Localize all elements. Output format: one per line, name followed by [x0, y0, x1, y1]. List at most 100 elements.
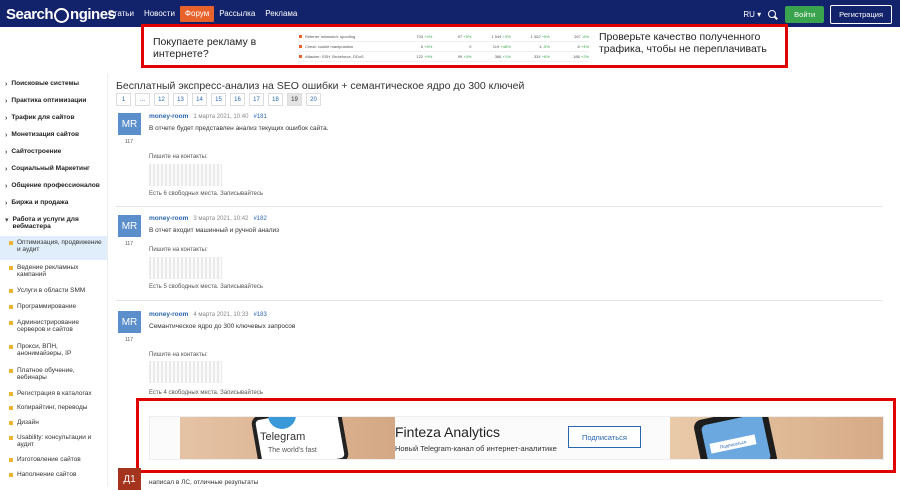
- post-author[interactable]: money-room: [149, 215, 188, 222]
- row-value: 334 +6%: [533, 54, 550, 59]
- post-date: 4 марта 2021, 10:33: [193, 311, 249, 318]
- avatar[interactable]: MR: [118, 113, 141, 135]
- post-places: Есть 6 свободных места. Записывайтесь: [149, 191, 264, 197]
- page-link[interactable]: 1: [116, 93, 131, 106]
- post-author[interactable]: money-room: [149, 113, 188, 120]
- login-button[interactable]: Войти: [785, 6, 825, 23]
- contact-label: Пишите на контакты:: [149, 247, 208, 253]
- page-link[interactable]: 20: [306, 93, 321, 106]
- row-name: Attacker: SSH, Bruteforce, DDoS: [304, 54, 364, 59]
- sidebar-sub-ad-campaigns[interactable]: Ведение рекламных кампаний: [0, 260, 107, 284]
- folder-icon: [9, 392, 13, 396]
- post-number[interactable]: #181: [253, 114, 266, 120]
- nav-forum[interactable]: Форум: [179, 6, 215, 22]
- row-value: 97 +5%: [457, 34, 472, 39]
- sidebar-sub-admin[interactable]: Администрирование серверов и сайтов: [0, 316, 107, 340]
- post-count: 117: [125, 337, 133, 343]
- bullet-icon: [299, 45, 302, 48]
- page-link[interactable]: 14: [192, 93, 207, 106]
- row-value: 6 +5%: [420, 44, 433, 49]
- sidebar-sub-site-making[interactable]: Изготовление сайтов: [0, 454, 107, 469]
- folder-icon: [9, 266, 13, 270]
- page-link[interactable]: 15: [211, 93, 226, 106]
- sidebar-item-professionals[interactable]: › Общение профессионалов: [0, 182, 107, 199]
- folder-icon: [9, 369, 13, 373]
- page-link[interactable]: 17: [249, 93, 264, 106]
- sidebar-sub-training[interactable]: Платное обучение, вебинары: [0, 364, 107, 388]
- page-link[interactable]: 18: [268, 93, 283, 106]
- sidebar-sub-design[interactable]: Дизайн: [0, 417, 107, 432]
- row-value: 267 -6%: [574, 34, 590, 39]
- nav-advertising[interactable]: Реклама: [260, 6, 302, 22]
- row-value: 366 +1%: [494, 54, 511, 59]
- post-text: В отчете будет представлен анализ текущи…: [149, 125, 329, 132]
- post-number[interactable]: #183: [253, 312, 266, 318]
- post-text: написал в ЛС, отличные результаты: [149, 479, 259, 486]
- top-navbar: Search ngines Статьи Новости Форум Рассыл…: [0, 0, 900, 27]
- ad-subtitle: Новый Telegram-канал об интернет-аналити…: [395, 444, 557, 453]
- sidebar-item-traffic[interactable]: › Трафик для сайтов: [0, 114, 107, 131]
- sidebar-sub-copywriting[interactable]: Копирайтинг, переводы: [0, 402, 107, 417]
- chevron-right-icon: ›: [5, 132, 8, 139]
- folder-icon: [9, 345, 13, 349]
- folder-icon: [9, 406, 13, 410]
- folder-icon: [9, 436, 13, 440]
- folder-icon: [9, 421, 13, 425]
- nav-news[interactable]: Новости: [139, 6, 180, 22]
- sidebar-item-seo-practice[interactable]: › Практика оптимизации: [0, 97, 107, 114]
- post-count: 117: [125, 241, 133, 247]
- register-button[interactable]: Регистрация: [830, 5, 892, 24]
- avatar[interactable]: MR: [118, 215, 141, 237]
- post-header: money-room 1 марта 2021, 10:40 #181: [149, 113, 267, 120]
- site-logo[interactable]: Search ngines: [6, 4, 116, 24]
- chevron-right-icon: ›: [5, 81, 8, 88]
- sidebar-item-exchange[interactable]: › Биржа и продажа: [0, 199, 107, 216]
- sidebar-item-webmaster-services[interactable]: ▾ Работа и услуги для вебмастера: [0, 216, 107, 236]
- ad-table-row: Cheat: cookie manipulation 6 +5% 0 119 +…: [299, 42, 589, 52]
- folder-icon: [9, 289, 13, 293]
- row-value: 4 -5%: [539, 44, 550, 49]
- folder-icon: [9, 473, 13, 477]
- page-link[interactable]: 16: [230, 93, 245, 106]
- sidebar-item-site-building[interactable]: › Сайтостроение: [0, 148, 107, 165]
- subscribe-button[interactable]: Подписаться: [568, 426, 641, 448]
- bottom-ad-banner[interactable]: Telegram The world's fast Finteza Analyt…: [136, 398, 896, 473]
- sidebar-sub-programming[interactable]: Программирование: [0, 300, 107, 316]
- sidebar-sub-catalogs[interactable]: Регистрация в каталогах: [0, 388, 107, 402]
- language-selector[interactable]: RU ▾: [743, 10, 761, 19]
- top-ad-banner[interactable]: Покупаете рекламу в интернете? Referrer …: [141, 24, 788, 68]
- post-number[interactable]: #182: [253, 216, 266, 222]
- chevron-right-icon: ›: [5, 166, 8, 173]
- avatar[interactable]: MR: [118, 311, 141, 333]
- post-date: 3 марта 2021, 10:42: [193, 215, 249, 222]
- nav-newsletter[interactable]: Рассылка: [214, 6, 260, 22]
- page-link[interactable]: 12: [154, 93, 169, 106]
- post-text: Семантическое ядро до 300 ключевых запро…: [149, 323, 296, 330]
- sidebar-sub-smm[interactable]: Услуги в области SMM: [0, 284, 107, 300]
- sidebar-item-monetization[interactable]: › Монетизация сайтов: [0, 131, 107, 148]
- bullet-icon: [299, 35, 302, 38]
- sidebar-item-search-engines[interactable]: › Поисковые системы: [0, 80, 107, 97]
- row-value: 8 +4%: [577, 44, 590, 49]
- sidebar-sub-content[interactable]: Наполнение сайтов: [0, 469, 107, 484]
- sidebar-item-social-marketing[interactable]: › Социальный Маркетинг: [0, 165, 107, 182]
- finteza-banner[interactable]: Telegram The world's fast Finteza Analyt…: [149, 416, 884, 460]
- post-author[interactable]: money-room: [149, 311, 188, 318]
- search-icon[interactable]: [767, 9, 779, 21]
- ad-traffic-table: Referrer mismatch: spoofing 703 +4% 97 +…: [299, 32, 589, 62]
- page-link[interactable]: 13: [173, 93, 188, 106]
- contact-label: Пишите на контакты:: [149, 352, 208, 358]
- telegram-sublabel: The world's fast: [268, 447, 317, 454]
- post-header: money-room 4 марта 2021, 10:33 #183: [149, 311, 267, 318]
- nav-articles[interactable]: Статьи: [103, 6, 139, 22]
- avatar[interactable]: Д1: [118, 468, 141, 490]
- ad-question: Покупаете рекламу в интернете?: [153, 36, 257, 60]
- sidebar-sub-proxy[interactable]: Прокси, ВПН, анонимайзеры, IP: [0, 340, 107, 364]
- folder-icon: [9, 458, 13, 462]
- post-date: 1 марта 2021, 10:40: [193, 113, 249, 120]
- sidebar-sub-usability[interactable]: Usability: консультации и аудит: [0, 432, 107, 454]
- ad-table-row: Attacker: SSH, Bruteforce, DDoS 122 +9% …: [299, 52, 589, 62]
- blurred-contacts: [149, 361, 222, 383]
- sidebar-sub-optimization[interactable]: Оптимизация, продвижение и аудит: [0, 236, 107, 260]
- forum-post: MR 117 money-room 3 марта 2021, 10:42 #1…: [116, 212, 882, 301]
